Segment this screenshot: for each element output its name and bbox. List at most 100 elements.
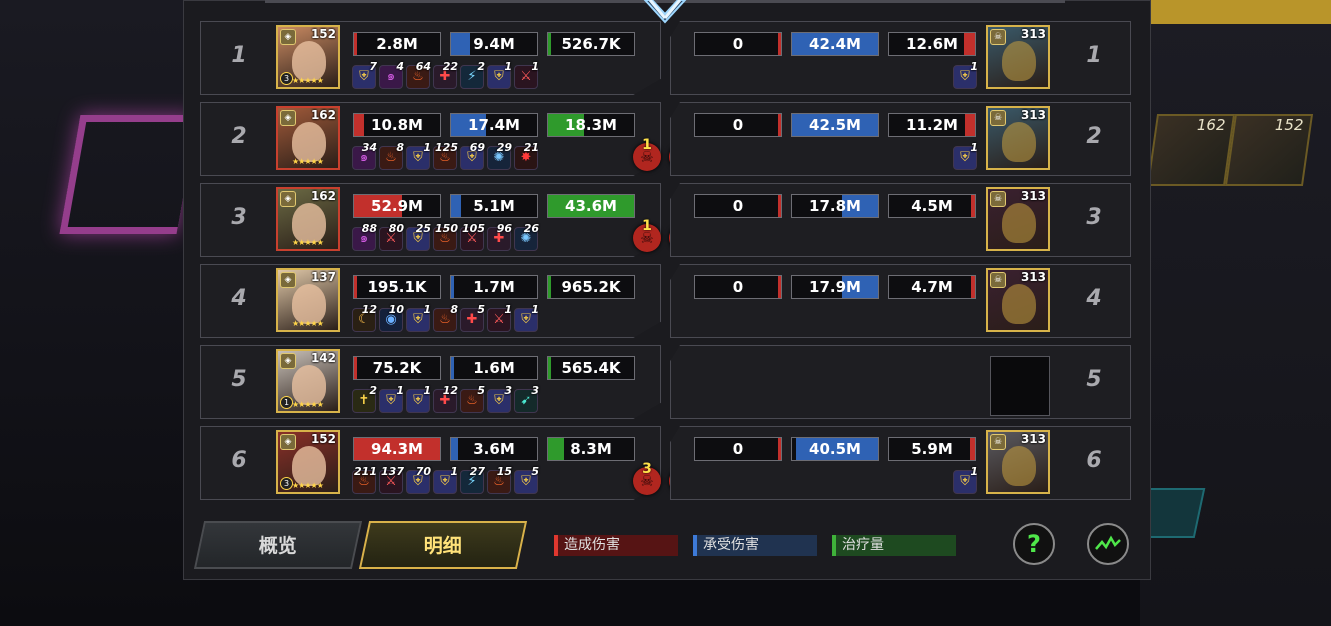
buff-badge: ♨ 64 <box>406 60 431 89</box>
portrait-face <box>1002 41 1036 81</box>
level-label: 162 <box>310 189 336 203</box>
damage-dealt-stat-bar <box>354 33 357 55</box>
background-card-level: 152 <box>1274 116 1304 134</box>
buff-list: ⛨ 1 <box>953 60 978 89</box>
tab-overview-label: 概览 <box>258 535 297 557</box>
buff-count: 64 <box>415 60 431 73</box>
rank-number: 3 <box>231 205 247 230</box>
buff-badge: ✚ 22 <box>433 60 458 89</box>
damage-dealt-stat-bar <box>778 195 781 217</box>
hero-portrait[interactable]: ◈ 137 ★★★★★ <box>276 268 340 332</box>
healing-stat: 565.4K <box>547 356 635 380</box>
legend-healing: 治疗量 <box>832 535 956 556</box>
damage-dealt-stat-value: 0 <box>732 197 744 215</box>
buff-badge: ✝ 2 <box>352 384 377 413</box>
tab-overview[interactable]: 概览 <box>193 521 363 569</box>
buff-badge: ⛨ 1 <box>487 60 512 89</box>
buff-badge: ⛨ 7 <box>352 60 377 89</box>
buff-count: 88 <box>361 222 377 235</box>
background-hero-card: 162 <box>1146 114 1236 186</box>
buff-count: 1 <box>396 384 404 397</box>
background-left <box>0 0 200 626</box>
star-rating-icon: ★★★★★ <box>292 319 324 328</box>
buff-list: ✝ 2 ⛨ 1 ⛨ 1 ✚ 12 ♨ 5 ⛨ 3 ➹ 3 <box>352 384 539 413</box>
damage-taken-stat: 9.4M <box>450 32 538 56</box>
buff-badge: ⚔ 137 <box>379 465 404 494</box>
damage-dealt-stat-value: 94.3M <box>371 440 423 458</box>
buff-badge: ➹ 3 <box>514 384 539 413</box>
rank-number: 1 <box>1086 43 1102 68</box>
buff-count: 105 <box>462 222 485 235</box>
buff-count: 137 <box>381 465 404 478</box>
damage-dealt-stat-bar <box>778 33 781 55</box>
portrait-face <box>292 203 326 243</box>
buff-count: 2 <box>369 384 377 397</box>
buff-badge: ☾ 12 <box>352 303 377 332</box>
enemy-portrait[interactable]: ☠ 313 <box>986 430 1050 494</box>
enemy-portrait[interactable]: ☠ 313 <box>986 106 1050 170</box>
damage-dealt-stat-bar <box>354 357 357 379</box>
damage-taken-stat: 17.8M <box>791 194 879 218</box>
hero-portrait[interactable]: ◈ 142 ★★★★★ 1 <box>276 349 340 413</box>
damage-dealt-stat: 0 <box>694 32 782 56</box>
damage-taken-stat: 17.4M <box>450 113 538 137</box>
hero-portrait[interactable]: ◈ 162 ★★★★★ <box>276 106 340 170</box>
level-label: 313 <box>1020 270 1046 284</box>
damage-dealt-stat-bar <box>354 114 365 136</box>
healing-stat-bar <box>548 357 551 379</box>
rank-number: 4 <box>231 286 247 311</box>
healing-stat: 526.7K <box>547 32 635 56</box>
buff-count: 150 <box>435 222 458 235</box>
damage-taken-stat-bar <box>451 438 458 460</box>
level-label: 137 <box>310 270 336 284</box>
buff-badge: ๑ 88 <box>352 222 377 251</box>
buff-list: ♨ 211 ⚔ 137 ⛨ 70 ⛨ 1 ⚡ 27 ♨ 15 ⛨ 5 <box>352 465 539 494</box>
background-yellow-strip <box>1150 0 1331 24</box>
buff-count: 2 <box>477 60 485 73</box>
damage-taken-stat: 40.5M <box>791 437 879 461</box>
buff-badge: ♨ 8 <box>433 303 458 332</box>
buff-badge: ๑ 34 <box>352 141 377 170</box>
buff-badge: ⚔ 1 <box>487 303 512 332</box>
buff-badge: ⚔ 1 <box>514 60 539 89</box>
star-rating-icon: ★★★★★ <box>292 157 324 166</box>
neon-sign <box>59 115 198 234</box>
legend-damage-dealt: 造成伤害 <box>554 535 678 556</box>
damage-taken-stat-value: 5.1M <box>473 197 515 215</box>
damage-dealt-stat: 0 <box>694 275 782 299</box>
buff-list: ๑ 34 ♨ 8 ⛨ 1 ♨ 125 ⛨ 69 ✺ 29 ✸ 21 <box>352 141 539 170</box>
damage-dealt-stat: 0 <box>694 113 782 137</box>
kill-skull-icon: ☠1 <box>633 137 661 171</box>
healing-stat: 8.3M <box>547 437 635 461</box>
damage-dealt-bar-stat: 4.5M <box>888 194 976 218</box>
hero-portrait[interactable]: ◈ 152 ★★★★★ 3 <box>276 430 340 494</box>
enemy-portrait[interactable]: ☠ 313 <box>986 268 1050 332</box>
buff-count: 25 <box>415 222 431 235</box>
portrait-face <box>292 365 326 405</box>
help-button[interactable]: ? <box>1013 523 1055 565</box>
rank-number: 6 <box>231 448 247 473</box>
buff-count: 1 <box>423 141 431 154</box>
buff-count: 12 <box>361 303 377 316</box>
graph-button[interactable] <box>1087 523 1129 565</box>
buff-count: 1 <box>970 465 978 478</box>
enemy-portrait[interactable]: ☠ 313 <box>986 187 1050 251</box>
damage-taken-stat: 17.9M <box>791 275 879 299</box>
enemy-portrait[interactable]: ☠ 313 <box>986 25 1050 89</box>
star-rating-icon: ★★★★★ <box>292 400 324 409</box>
rank-number: 5 <box>231 367 247 392</box>
buff-count: 1 <box>504 60 512 73</box>
damage-dealt-stat: 0 <box>694 194 782 218</box>
legend-damage-taken: 承受伤害 <box>693 535 817 556</box>
damage-dealt-stat-value: 75.2K <box>372 359 422 377</box>
hero-portrait[interactable]: ◈ 152 ★★★★★ 3 <box>276 25 340 89</box>
level-label: 313 <box>1020 108 1046 122</box>
buff-badge: ♨ 15 <box>487 465 512 494</box>
tab-detail[interactable]: 明细 <box>358 521 528 569</box>
hero-portrait[interactable]: ◈ 162 ★★★★★ <box>276 187 340 251</box>
buff-badge: ⚡ 2 <box>460 60 485 89</box>
buff-list: ⛨ 7 ๑ 4 ♨ 64 ✚ 22 ⚡ 2 ⛨ 1 ⚔ 1 <box>352 60 539 89</box>
damage-dealt-stat-bar <box>778 276 781 298</box>
buff-count: 21 <box>523 141 539 154</box>
portrait-face <box>1002 203 1036 243</box>
